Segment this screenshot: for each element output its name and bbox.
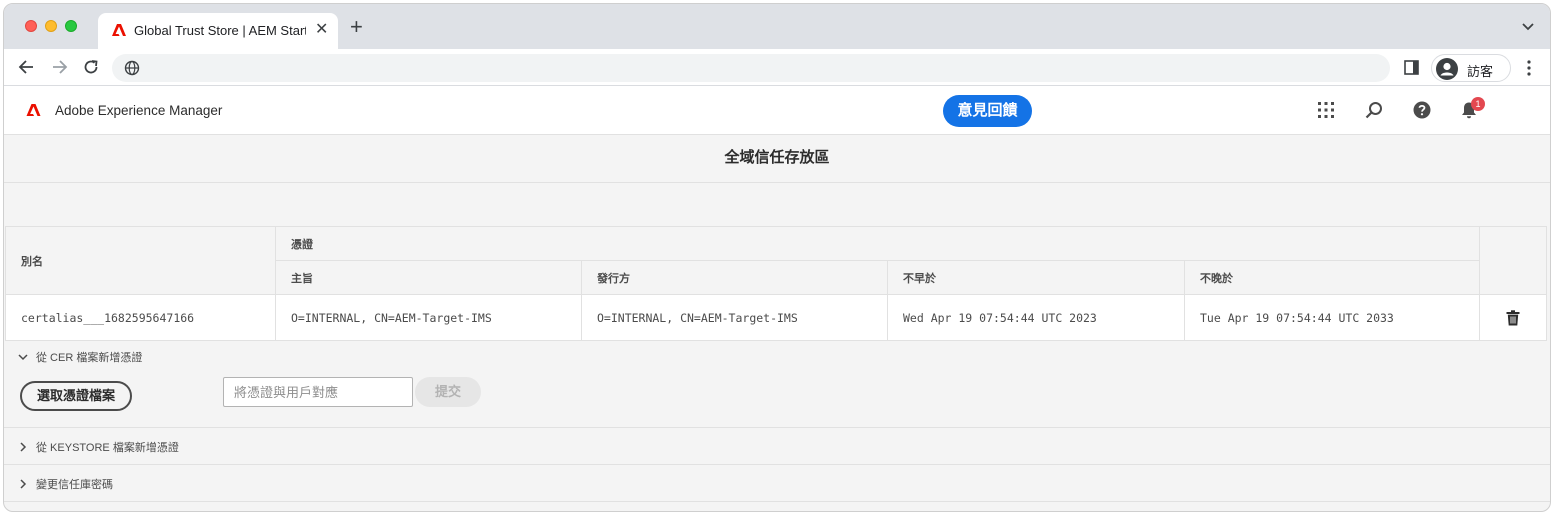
browser-menu-icon[interactable] [1524,59,1534,77]
tab-strip: Global Trust Store | AEM Start ✕ + [4,4,1550,49]
side-panel-icon[interactable] [1404,60,1419,75]
subject-cell: O=INTERNAL, CN=AEM-Target-IMS [275,294,582,341]
issuer-cell: O=INTERNAL, CN=AEM-Target-IMS [581,294,888,341]
forward-arrow-icon[interactable] [49,57,69,77]
tab-close-icon[interactable]: ✕ [315,22,328,38]
close-window-button[interactable] [25,20,37,32]
password-section-toggle[interactable]: 變更信任庫密碼 [18,476,113,492]
tab-title: Global Trust Store | AEM Start [134,23,306,38]
adobe-favicon-icon [112,24,126,36]
cer-upload-section: 從 CER 檔案新增憑證 選取憑證檔案 提交 [4,338,1550,428]
issuer-column-header: 發行方 [581,260,888,295]
chevron-right-icon [20,479,27,489]
certificate-group-header: 憑證 [275,226,1480,261]
app-grid-icon[interactable] [1317,101,1335,119]
tab-search-chevron-icon[interactable] [1520,18,1536,34]
keystore-section-label: 從 KEYSTORE 檔案新增憑證 [36,442,179,454]
profile-label: 訪客 [1467,64,1494,79]
cer-section-toggle[interactable]: 從 CER 檔案新增憑證 [18,349,142,365]
browser-tab[interactable]: Global Trust Store | AEM Start ✕ [98,13,338,49]
page-title: 全域信任存放區 [724,149,830,166]
avatar-icon [1436,58,1458,80]
actions-column-header [1479,226,1547,295]
globe-icon [124,60,140,76]
keystore-section-toggle[interactable]: 從 KEYSTORE 檔案新增憑證 [18,439,179,455]
profile-button[interactable]: 訪客 [1431,54,1511,82]
notification-count-badge: 1 [1471,97,1485,111]
cer-section-label: 從 CER 檔案新增憑證 [36,352,143,364]
change-password-section: 變更信任庫密碼 [4,465,1550,502]
help-icon[interactable] [1413,101,1431,119]
maximize-window-button[interactable] [65,20,77,32]
certificates-table: 別名 憑證 主旨 發行方 不早於 不晚於 certalias___1682595… [5,226,1547,341]
address-bar[interactable] [112,54,1390,82]
search-icon[interactable] [1365,101,1383,119]
delete-trash-icon[interactable] [1506,309,1520,326]
not-after-cell: Tue Apr 19 07:54:44 UTC 2033 [1184,294,1480,341]
app-title[interactable]: Adobe Experience Manager [55,103,222,118]
chevron-down-icon [18,354,28,361]
back-arrow-icon[interactable] [17,57,37,77]
not-before-cell: Wed Apr 19 07:54:44 UTC 2023 [887,294,1185,341]
feedback-button[interactable]: 意見回饋 [943,95,1032,127]
submit-button[interactable]: 提交 [415,377,481,407]
aem-header: Adobe Experience Manager 意見回饋 1 [4,86,1550,135]
not-after-column-header: 不晚於 [1184,260,1480,295]
alias-cell: certalias___1682595647166 [5,294,276,341]
actions-cell [1479,294,1547,341]
alias-column-header: 別名 [5,226,276,295]
page-title-bar: 全域信任存放區 [4,136,1550,183]
chevron-right-icon [20,442,27,452]
not-before-column-header: 不早於 [887,260,1185,295]
subject-column-header: 主旨 [275,260,582,295]
browser-toolbar: 訪客 [4,49,1550,86]
keystore-upload-section: 從 KEYSTORE 檔案新增憑證 [4,428,1550,465]
minimize-window-button[interactable] [45,20,57,32]
browser-window: Global Trust Store | AEM Start ✕ + 訪客 Ad… [3,3,1551,512]
password-section-label: 變更信任庫密碼 [36,479,113,491]
adobe-logo-icon[interactable] [26,103,41,117]
table-row: certalias___1682595647166 O=INTERNAL, CN… [5,294,1547,341]
certificate-user-mapping-input[interactable] [223,377,413,407]
reload-icon[interactable] [81,57,101,77]
new-tab-icon[interactable]: + [350,16,363,38]
select-certificate-file-button[interactable]: 選取憑證檔案 [20,381,132,411]
